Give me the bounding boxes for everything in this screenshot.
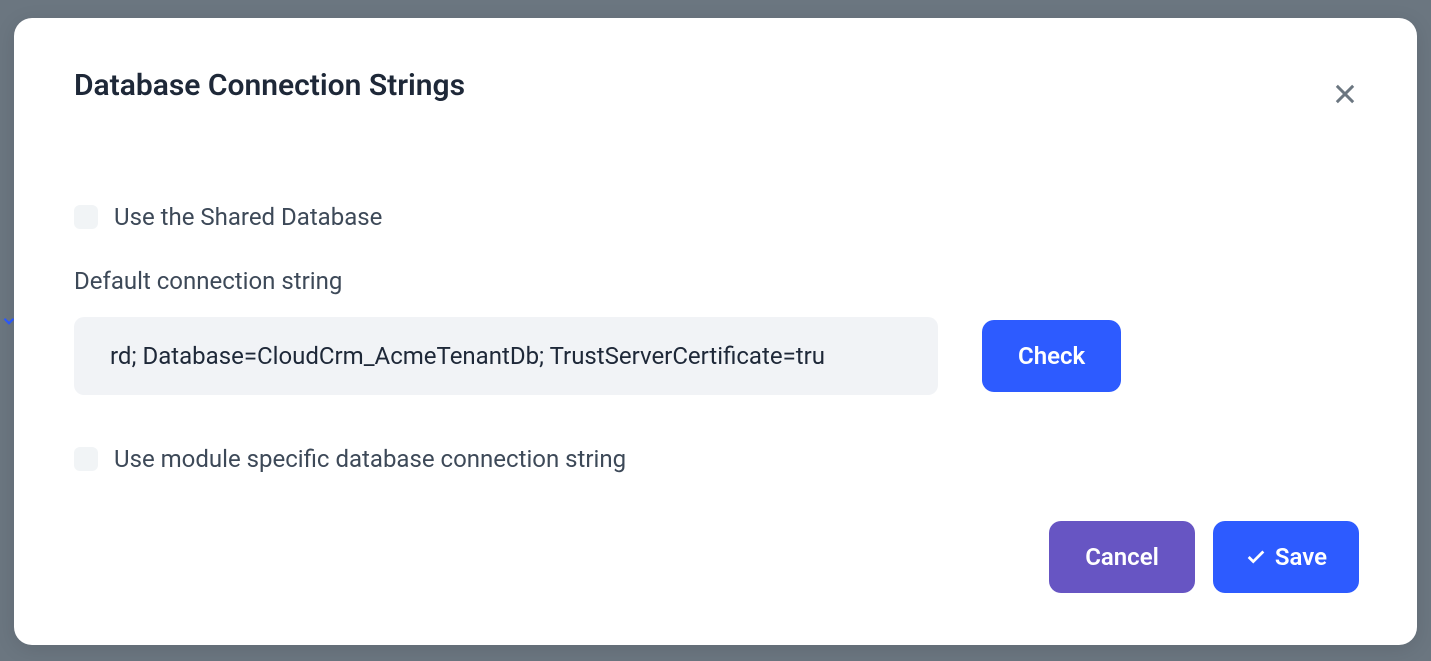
- use-module-specific-row: Use module specific database connection …: [74, 445, 1357, 473]
- connection-strings-modal: Database Connection Strings Use the Shar…: [14, 18, 1417, 645]
- use-shared-database-checkbox[interactable]: [74, 205, 98, 229]
- use-shared-database-label[interactable]: Use the Shared Database: [114, 203, 382, 231]
- use-shared-database-row: Use the Shared Database: [74, 203, 1357, 231]
- close-icon: [1331, 80, 1359, 108]
- modal-title: Database Connection Strings: [74, 68, 1357, 103]
- use-module-specific-checkbox[interactable]: [74, 447, 98, 471]
- check-icon: [1245, 546, 1267, 568]
- connection-string-input-row: Check: [74, 317, 1357, 395]
- modal-footer: Cancel Save: [1049, 521, 1359, 593]
- close-button[interactable]: [1327, 76, 1363, 112]
- save-button[interactable]: Save: [1213, 521, 1359, 593]
- modal-backdrop: Database Connection Strings Use the Shar…: [0, 0, 1431, 661]
- save-button-label: Save: [1275, 543, 1327, 571]
- use-module-specific-label[interactable]: Use module specific database connection …: [114, 445, 626, 473]
- default-connection-string-input[interactable]: [74, 317, 938, 395]
- default-connection-string-label: Default connection string: [74, 267, 1357, 295]
- cancel-button[interactable]: Cancel: [1049, 521, 1195, 593]
- check-button[interactable]: Check: [982, 320, 1121, 392]
